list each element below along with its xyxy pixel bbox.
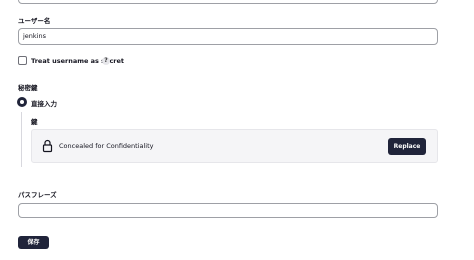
concealed-key-panel: Concealed for Confidentiality Replace [31,129,438,163]
passphrase-input[interactable] [18,203,438,218]
private-key-label: 秘密鍵 [18,84,38,92]
previous-field-input[interactable] [18,0,438,4]
username-label: ユーザー名 [18,17,51,25]
lock-icon [42,139,53,153]
passphrase-label: パスフレーズ [18,191,57,199]
help-icon[interactable]: ? [102,57,110,65]
key-label: 鍵 [31,118,38,126]
save-button[interactable]: 保存 [18,236,49,249]
treat-username-secret-label[interactable]: Treat username as secret [31,57,124,65]
direct-input-radio[interactable] [17,97,27,107]
treat-username-secret-checkbox[interactable] [18,56,27,65]
concealed-text: Concealed for Confidentiality [59,142,154,150]
direct-input-label[interactable]: 直接入力 [31,98,57,108]
username-input[interactable]: jenkins [18,28,438,45]
replace-button[interactable]: Replace [388,138,426,155]
nested-section-divider [21,112,22,167]
